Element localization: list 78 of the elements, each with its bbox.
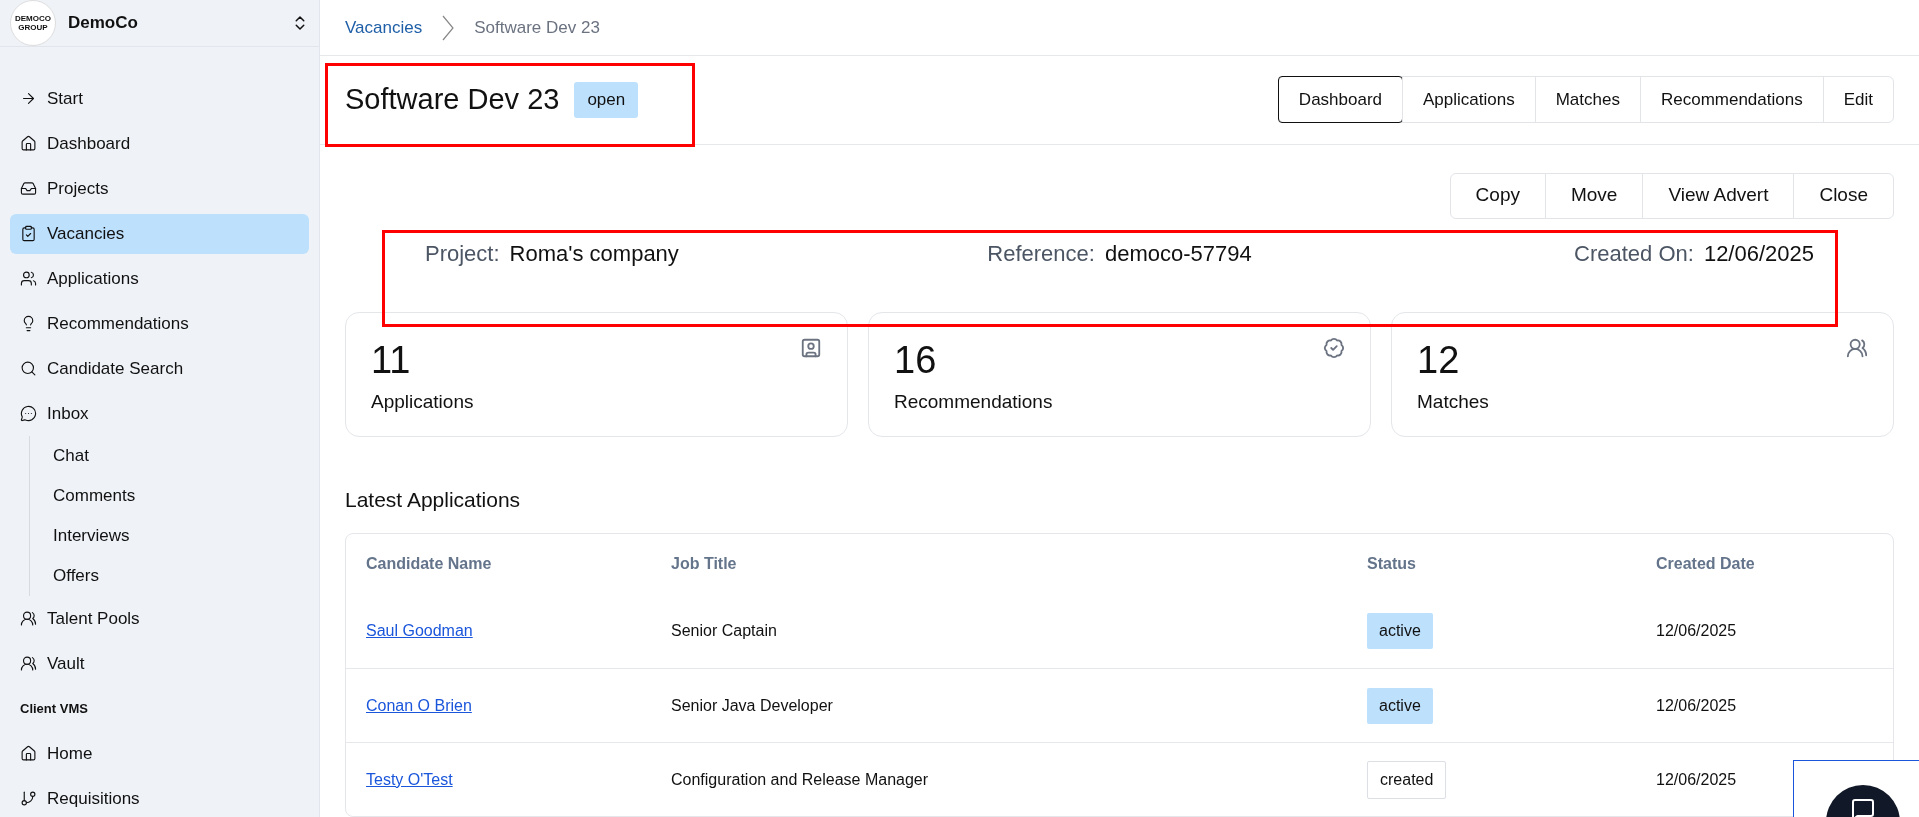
- column-header: Status: [1367, 554, 1417, 574]
- stat-label: Recommendations: [894, 389, 1053, 414]
- group-icon: [1846, 336, 1868, 359]
- column-header: Job Title: [671, 554, 738, 574]
- nav-item[interactable]: Dashboard: [10, 123, 309, 164]
- nav-item[interactable]: Vault: [10, 643, 309, 684]
- nav-item[interactable]: Recommendations: [10, 303, 309, 344]
- nav-item[interactable]: Candidate Search: [10, 348, 309, 389]
- nav-item[interactable]: Projects: [10, 168, 309, 209]
- chat-widget[interactable]: [1793, 760, 1919, 817]
- group-icon: [20, 610, 37, 627]
- org-name: DemoCo: [68, 12, 139, 35]
- group-icon: [20, 655, 37, 672]
- tab[interactable]: Matches: [1534, 77, 1640, 123]
- table-cell-text: 12/06/2025: [1656, 695, 1738, 716]
- breadcrumb-current: Software Dev 23: [474, 16, 600, 39]
- nav-item[interactable]: Applications: [10, 258, 309, 299]
- nav-item[interactable]: Requisitions: [10, 778, 309, 817]
- column-header: Created Date: [1656, 554, 1756, 574]
- info-label: Created On:: [1574, 240, 1694, 268]
- breadcrumb-link[interactable]: Vacancies: [345, 14, 423, 41]
- arrow-right-icon: [20, 90, 37, 107]
- table-cell-text: 12/06/2025: [1656, 621, 1738, 641]
- info-label: Project:: [425, 240, 500, 268]
- chat-bubble-icon: [20, 405, 37, 422]
- candidate-link[interactable]: Testy O'Test: [366, 770, 453, 788]
- nav-item[interactable]: Vacancies: [10, 213, 309, 254]
- stat-value: 11: [371, 337, 411, 382]
- search-icon: [20, 360, 37, 377]
- tab[interactable]: Recommendations: [1639, 77, 1823, 123]
- status-badge: open: [574, 82, 639, 118]
- page-title: Software Dev 23: [345, 82, 560, 117]
- tab[interactable]: Applications: [1402, 77, 1535, 123]
- info-value: 12/06/2025: [1703, 240, 1814, 268]
- table-cell-text: Senior Captain: [671, 621, 778, 641]
- breadcrumb-separator-icon: [442, 14, 455, 41]
- user-card-icon: [800, 336, 822, 359]
- tray-icon: [20, 180, 37, 197]
- action-button[interactable]: Close: [1793, 173, 1893, 218]
- action-button[interactable]: Move: [1544, 173, 1643, 218]
- nav-item[interactable]: Home: [10, 733, 309, 774]
- action-button[interactable]: View Advert: [1642, 173, 1794, 218]
- clipboard-check-icon: [20, 225, 37, 242]
- tab[interactable]: Edit: [1822, 77, 1893, 123]
- stat-value: 16: [894, 337, 937, 382]
- house-icon: [20, 745, 37, 762]
- status-badge: created: [1367, 760, 1447, 799]
- stat-value: 12: [1417, 337, 1460, 382]
- action-button[interactable]: Copy: [1450, 173, 1545, 218]
- table-cell-text: Senior Java Developer: [671, 695, 834, 716]
- chat-icon: [1851, 797, 1875, 817]
- nav-subitem[interactable]: Offers: [53, 556, 309, 596]
- nav-item[interactable]: Start: [10, 78, 309, 119]
- nav-item[interactable]: Inbox: [10, 393, 309, 434]
- status-badge: active: [1367, 613, 1433, 649]
- logo-text: GROUP: [18, 23, 48, 32]
- table-cell-text: 12/06/2025: [1656, 769, 1738, 790]
- branch-icon: [20, 790, 37, 807]
- logo-text: DEMOCO: [15, 14, 51, 23]
- nav-subitem[interactable]: Interviews: [53, 516, 309, 556]
- house-icon: [20, 135, 37, 152]
- status-badge: active: [1367, 687, 1433, 724]
- candidate-link[interactable]: Saul Goodman: [366, 622, 473, 639]
- stat-label: Matches: [1417, 389, 1489, 414]
- section-heading: Client VMS: [19, 699, 89, 718]
- info-value: Roma's company: [509, 240, 679, 268]
- section-title: Latest Applications: [345, 486, 522, 513]
- nav-subitem[interactable]: Comments: [53, 476, 309, 516]
- nav-subitem[interactable]: Chat: [53, 436, 309, 476]
- info-label: Reference:: [987, 240, 1095, 268]
- nav-item[interactable]: Talent Pools: [10, 598, 309, 639]
- info-value: democo-57794: [1104, 240, 1252, 268]
- table-cell-text: Configuration and Release Manager: [671, 769, 930, 790]
- users-icon: [20, 270, 37, 287]
- column-header: Candidate Name: [366, 554, 493, 574]
- stat-label: Applications: [371, 389, 474, 414]
- badge-check-icon: [1323, 336, 1345, 359]
- candidate-link[interactable]: Conan O Brien: [366, 696, 472, 714]
